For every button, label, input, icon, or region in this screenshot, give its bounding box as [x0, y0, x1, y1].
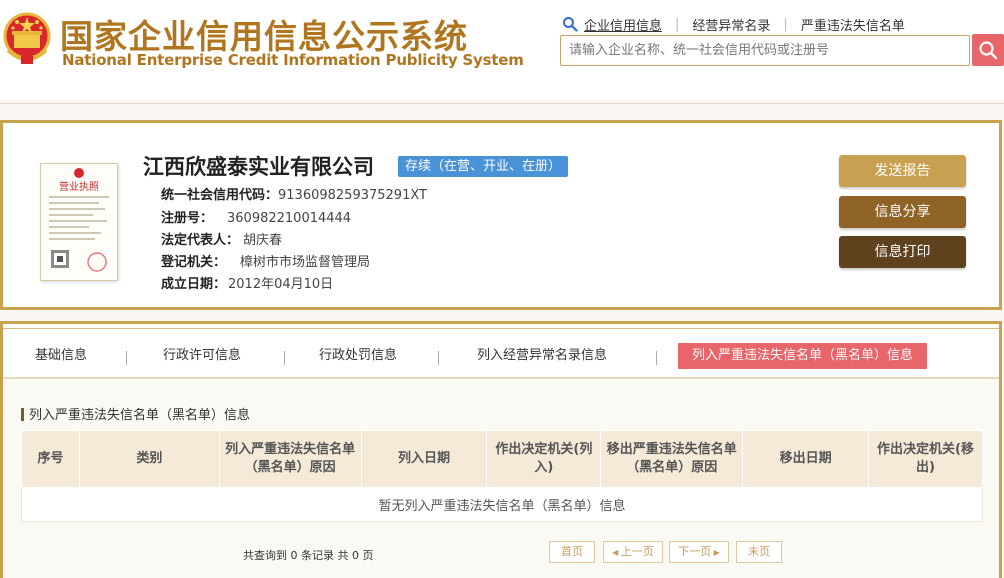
prev-page-button[interactable]: ◀ 上一页: [603, 541, 663, 563]
send-report-button[interactable]: 发送报告: [839, 155, 966, 187]
search-box: [560, 35, 970, 66]
info-label: 成立日期：: [161, 277, 227, 292]
tab-separator: [126, 351, 127, 365]
info-value: 胡庆春: [243, 233, 283, 248]
info-label: 统一社会信用代码：: [161, 188, 279, 203]
search-icon: [563, 17, 578, 32]
info-registration-authority: 登记机关： 樟树市市场监督管理局: [161, 251, 370, 270]
license-icon: 营业执照: [49, 168, 109, 272]
pagination-info: 共查询到 0 条记录 共 0 页: [243, 549, 374, 562]
blacklist-table: 序号 类别 列入严重违法失信名单（黑名单）原因 列入日期 作出决定机关(列入) …: [21, 430, 983, 522]
section-title: 列入严重违法失信名单（黑名单）信息: [21, 404, 250, 423]
share-info-button[interactable]: 信息分享: [839, 196, 966, 228]
search-icon: [979, 41, 998, 60]
tab-administrative-license[interactable]: 行政许可信息: [163, 343, 241, 369]
detail-panel: 基础信息 行政许可信息 行政处罚信息 列入经营异常名录信息 列入严重违法失信名单…: [0, 321, 1002, 578]
chevron-right-icon: ▶: [711, 548, 720, 557]
license-title: 营业执照: [59, 180, 99, 193]
column-header: 类别: [78, 430, 220, 488]
info-value: 360982210014444: [227, 211, 352, 226]
topnav-blacklist[interactable]: 严重违法失信名单: [801, 15, 905, 34]
tab-abnormal-operation[interactable]: 列入经营异常名录信息: [477, 343, 607, 369]
topnav-separator: |: [675, 16, 680, 32]
top-navigation: 企业信用信息 | 经营异常名录 | 严重违法失信名单: [562, 14, 905, 34]
info-registration-number: 注册号： 360982210014444: [161, 207, 351, 226]
table-header-row: 序号 类别 列入严重违法失信名单（黑名单）原因 列入日期 作出决定机关(列入) …: [21, 430, 983, 488]
tab-blacklist[interactable]: 列入严重违法失信名单（黑名单）信息: [678, 343, 928, 369]
column-header: 移出严重违法失信名单（黑名单）原因: [600, 430, 744, 488]
column-header: 列入严重违法失信名单（黑名单）原因: [218, 430, 362, 488]
search-input[interactable]: [561, 36, 969, 65]
section-title-marker: [21, 408, 24, 421]
prev-page-label: 上一页: [620, 545, 654, 558]
company-name: 江西欣盛泰实业有限公司: [143, 155, 374, 179]
last-page-button[interactable]: 末页: [736, 541, 782, 563]
info-established-date: 成立日期： 2012年04月10日: [161, 273, 333, 292]
column-header: 移出日期: [742, 430, 870, 488]
first-page-button[interactable]: 首页: [549, 541, 595, 563]
search-button[interactable]: [972, 34, 1004, 66]
tab-administrative-penalty[interactable]: 行政处罚信息: [319, 343, 397, 369]
info-value: 9136098259375291XT: [278, 188, 427, 203]
info-value: 樟树市市场监督管理局: [240, 255, 371, 270]
next-page-button[interactable]: 下一页 ▶: [669, 541, 729, 563]
info-value: 2012年04月10日: [228, 277, 334, 292]
topnav-enterprise-credit[interactable]: 企业信用信息: [584, 15, 662, 34]
topnav-abnormal-list[interactable]: 经营异常名录: [692, 15, 770, 34]
column-header: 作出决定机关(移出): [868, 430, 983, 488]
next-page-label: 下一页: [678, 545, 712, 558]
status-badge: 存续（在营、开业、在册）: [398, 156, 569, 177]
tab-basic-info[interactable]: 基础信息: [35, 343, 87, 369]
info-label: 法定代表人：: [161, 233, 240, 248]
print-info-button[interactable]: 信息打印: [839, 236, 966, 268]
info-label: 登记机关：: [161, 255, 227, 270]
tab-separator: [656, 351, 657, 365]
tab-bar: 基础信息 行政许可信息 行政处罚信息 列入经营异常名录信息 列入严重违法失信名单…: [3, 329, 999, 377]
site-subtitle: National Enterprise Credit Information P…: [62, 51, 524, 69]
table-row: 暂无列入严重违法失信名单（黑名单）信息: [21, 487, 983, 522]
info-legal-representative: 法定代表人： 胡庆春: [161, 229, 282, 248]
header-divider: [0, 103, 1004, 104]
national-emblem-icon: [3, 12, 51, 64]
info-label: 注册号：: [161, 211, 214, 226]
column-header: 作出决定机关(列入): [486, 430, 602, 488]
column-header: 序号: [21, 430, 80, 488]
topnav-separator: |: [783, 16, 788, 32]
page: 国家企业信用信息公示系统 National Enterprise Credit …: [0, 0, 1004, 578]
business-license-image[interactable]: 营业执照: [40, 163, 118, 281]
company-card: 营业执照 江西欣盛泰实业有限公司 存续（在营、开业、在册） 统一社会信用代码：9…: [0, 120, 1002, 310]
tab-separator: [284, 351, 285, 365]
tab-separator: [438, 351, 439, 365]
site-header: 国家企业信用信息公示系统 National Enterprise Credit …: [0, 0, 1004, 100]
chevron-left-icon: ◀: [612, 548, 621, 557]
empty-table-message: 暂无列入严重违法失信名单（黑名单）信息: [21, 487, 983, 522]
section-title-text: 列入严重违法失信名单（黑名单）信息: [29, 408, 251, 423]
column-header: 列入日期: [360, 430, 488, 488]
info-credit-code: 统一社会信用代码：9136098259375291XT: [161, 184, 427, 203]
